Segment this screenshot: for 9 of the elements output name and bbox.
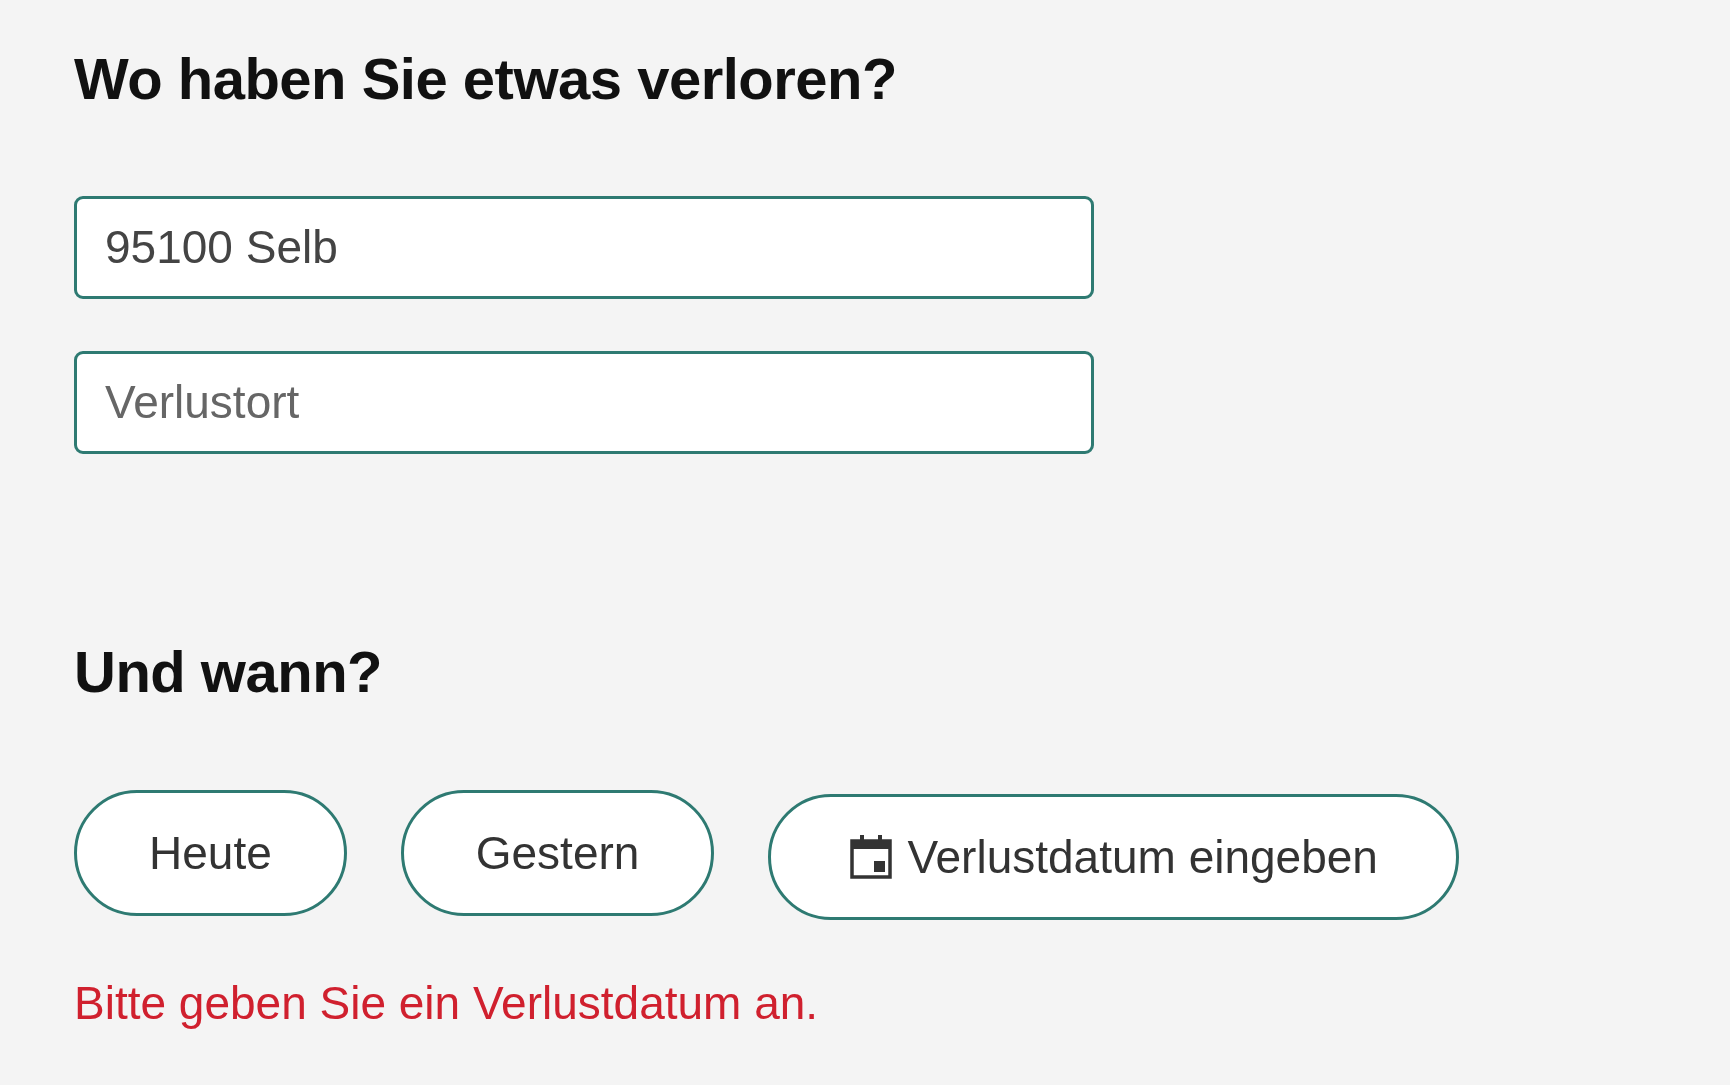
error-message: Bitte geben Sie ein Verlustdatum an.: [74, 976, 820, 1031]
calendar-icon: [849, 834, 894, 881]
section-heading: Wo haben Sie etwas verloren?: [74, 45, 898, 113]
date-option-button[interactable]: Verlustdatum eingeben: [768, 794, 1459, 921]
date-option-button[interactable]: Heute: [74, 790, 347, 917]
section-heading: Und wann?: [74, 637, 383, 706]
input-field[interactable]: Verlustort: [74, 350, 1094, 454]
input-field[interactable]: 95100 Selb: [74, 195, 1094, 299]
date-option-button[interactable]: Gestern: [400, 790, 715, 917]
